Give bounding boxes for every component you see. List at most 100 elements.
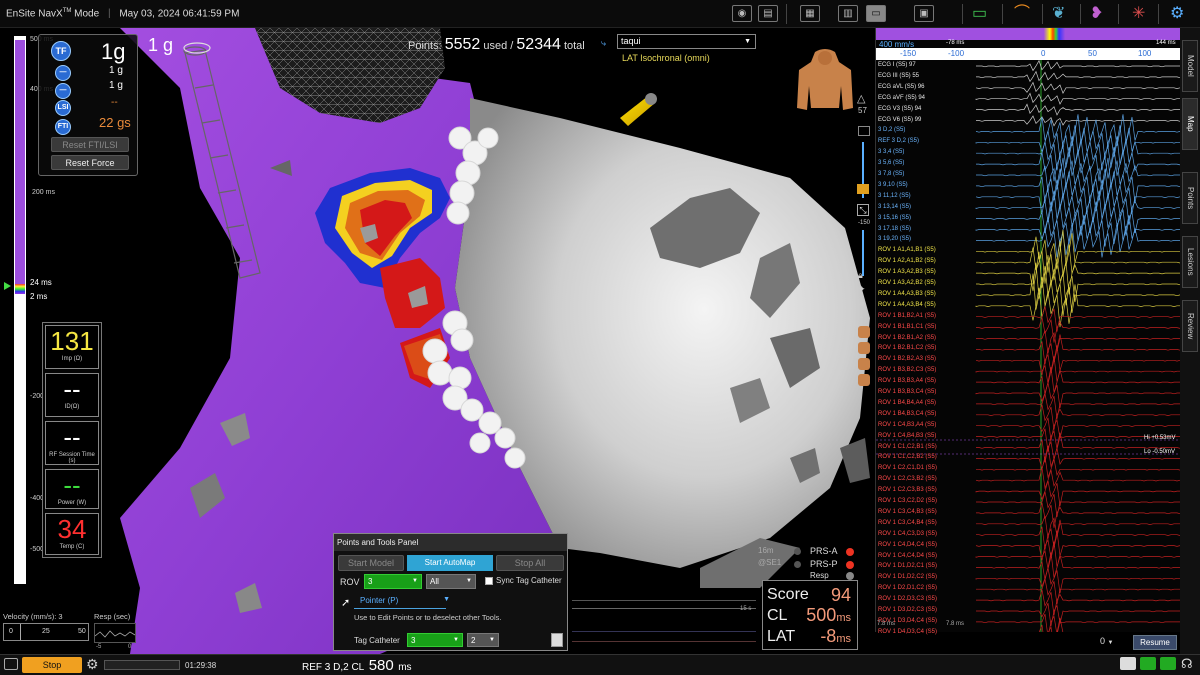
settings-icon[interactable]: ⚙	[1170, 4, 1184, 24]
eye-icon[interactable]: ◉	[858, 298, 866, 309]
torso-front-icon[interactable]	[858, 326, 870, 338]
headset-icon[interactable]: ☊	[1181, 656, 1193, 672]
mini-timeline[interactable]: 15 s	[572, 600, 756, 650]
color-tool-icon[interactable]	[857, 184, 869, 194]
rov-select[interactable]: 3 ▼	[364, 574, 422, 589]
channel-label[interactable]: ROV 1 B3,B2,C3 (S5)	[878, 367, 936, 373]
tool-select[interactable]: Pointer (P) ▼	[354, 596, 450, 609]
channel-label[interactable]: ROV 1 A3,A2,B2 (S5)	[878, 280, 936, 286]
channel-label[interactable]: ROV 1 B4,B3,C4 (S5)	[878, 411, 936, 417]
channel-label[interactable]: 3 5,6 (S5)	[878, 160, 904, 166]
torso-right-icon[interactable]	[858, 374, 870, 386]
notes-icon[interactable]	[551, 633, 563, 647]
channel-label[interactable]: 3 15,16 (S5)	[878, 215, 911, 221]
channel-label[interactable]: 3 19,20 (S5)	[878, 236, 911, 242]
map-select[interactable]: taqui ▼	[617, 34, 756, 49]
channel-label[interactable]: 3 9,10 (S5)	[878, 182, 908, 188]
channel-label[interactable]: ROV 1 C4,C4,D4 (S5)	[878, 553, 937, 559]
heart-icon[interactable]: ❥	[1090, 4, 1103, 24]
reset-fti-lsi-button[interactable]: Reset FTI/LSI	[51, 137, 129, 152]
tab-points[interactable]: Points	[1182, 172, 1198, 224]
ablation-icon[interactable]: ✳	[1132, 4, 1145, 24]
channel-label[interactable]: 3 17,18 (S5)	[878, 226, 911, 232]
channel-label[interactable]: ROV 1 C2,C1,D1 (S5)	[878, 465, 937, 471]
sync-tag-checkbox[interactable]	[485, 577, 493, 585]
stop-all-button[interactable]: Stop All	[496, 555, 564, 571]
monitor-status-icon[interactable]	[1140, 657, 1156, 670]
camera-icon[interactable]: ◉	[732, 5, 752, 22]
channel-label[interactable]: ROV 1 C3,C4,B4 (S5)	[878, 520, 937, 526]
channel-label[interactable]: ROV 1 D4,D3,C4 (S5)	[878, 629, 937, 635]
channel-label[interactable]: 3 13,14 (S5)	[878, 204, 911, 210]
tab-model[interactable]: Model	[1182, 40, 1198, 92]
channel-label[interactable]: ECG V6 (S5) 99	[878, 117, 921, 123]
resume-button[interactable]: Resume	[1133, 635, 1177, 650]
chat-icon[interactable]	[1120, 657, 1136, 670]
channel-label[interactable]: ECG I (S5) 97	[878, 62, 916, 68]
channel-label[interactable]: REF 3 D,2 (S5)	[878, 138, 919, 144]
tab-review[interactable]: Review	[1182, 300, 1198, 352]
channel-label[interactable]: ROV 1 C3,C2,D2 (S5)	[878, 498, 937, 504]
triangle-icon[interactable]: △	[857, 92, 865, 105]
opacity-icon[interactable]	[858, 126, 870, 136]
layout-a-icon[interactable]: ▦	[800, 5, 820, 22]
catheter-icon[interactable]: ⌒	[1014, 4, 1030, 24]
layout-b-icon[interactable]: ▥	[838, 5, 858, 22]
activation-scale-bar[interactable]	[876, 28, 1181, 40]
tab-map[interactable]: Map	[1182, 98, 1198, 150]
channel-label[interactable]: ROV 1 C2,C3,B2 (S5)	[878, 476, 937, 482]
channel-label[interactable]: ROV 1 C1,C2,B1 (S5)	[878, 444, 937, 450]
channel-label[interactable]: ECG aVF (S5) 94	[878, 95, 925, 101]
channel-label[interactable]: ROV 1 B2,B2,A3 (S5)	[878, 356, 936, 362]
channel-label[interactable]: ROV 1 D1,D2,C2 (S5)	[878, 574, 937, 580]
zoom-select[interactable]: 0 ▼	[1100, 636, 1113, 646]
channel-label[interactable]: ROV 1 A1,A1,B1 (S5)	[878, 247, 936, 253]
tag-icon[interactable]: ⌁	[858, 312, 863, 323]
channel-label[interactable]: ROV 1 C4,B4,B3 (S5)	[878, 433, 936, 439]
channel-label[interactable]: ROV 1 A4,A3,B4 (S5)	[878, 302, 936, 308]
channel-label[interactable]: ECG aVL (S5) 96	[878, 84, 924, 90]
channel-label[interactable]: 3 11,12 (S5)	[878, 193, 911, 199]
rov-filter-select[interactable]: All ▼	[426, 574, 476, 589]
tag-catheter-select[interactable]: 3 ▼	[407, 633, 463, 647]
map-view-icon[interactable]: ❦	[1052, 4, 1065, 24]
channel-label[interactable]: ROV 1 D2,D3,C3 (S5)	[878, 596, 937, 602]
channel-label[interactable]: ROV 1 B1,B1,C1 (S5)	[878, 324, 936, 330]
channel-label[interactable]: ROV 1 C2,C3,B3 (S5)	[878, 487, 937, 493]
ecg-waveform-panel[interactable]: 400 mm/s -78 ms 144 ms -150 -100 0 50 10…	[875, 28, 1181, 635]
layout-c-icon[interactable]: ▭	[866, 5, 886, 22]
window-icon[interactable]: ▣	[914, 5, 934, 22]
monitor-icon[interactable]: ▭	[972, 4, 987, 24]
marker-arrow-icon[interactable]	[4, 282, 11, 290]
channel-label[interactable]: ROV 1 C4,D4,C4 (S5)	[878, 542, 937, 548]
gear-icon[interactable]: ⚙	[86, 656, 99, 673]
channel-label[interactable]: ROV 1 B1,B2,A1 (S5)	[878, 313, 936, 319]
reset-force-button[interactable]: Reset Force	[51, 155, 129, 170]
lock-icon[interactable]: 🔒︎	[858, 270, 863, 281]
stop-button[interactable]: Stop	[22, 657, 82, 673]
torso-back-icon[interactable]	[858, 342, 870, 354]
channel-label[interactable]: ROV 1 B2,B1,A2 (S5)	[878, 335, 936, 341]
tab-lesions[interactable]: Lesions	[1182, 236, 1198, 288]
channel-label[interactable]: ROV 1 C4,B3,A4 (S5)	[878, 422, 936, 428]
velocity-slider[interactable]: 0 25 50	[3, 623, 89, 641]
channel-label[interactable]: ECG III (S5) 55	[878, 73, 919, 79]
channel-label[interactable]: ROV 1 D3,D2,C3 (S5)	[878, 607, 937, 613]
channel-label[interactable]: 3 7,8 (S5)	[878, 171, 904, 177]
start-model-button[interactable]: Start Model	[338, 555, 404, 571]
channel-label[interactable]: 3 D,2 (S5)	[878, 127, 905, 133]
channel-label[interactable]: ROV 1 B2,B1,C2 (S5)	[878, 345, 936, 351]
channel-label[interactable]: ROV 1 A4,A3,B3 (S5)	[878, 291, 936, 297]
window-icon[interactable]	[4, 658, 18, 670]
home-icon[interactable]	[1160, 657, 1176, 670]
channel-label[interactable]: ROV 1 A2,A1,B2 (S5)	[878, 258, 936, 264]
expand-icon[interactable]: ⤡	[857, 204, 869, 216]
channel-label[interactable]: ROV 1 B3,B3,C4 (S5)	[878, 389, 936, 395]
channel-label[interactable]: ROV 1 B4,B4,A4 (S5)	[878, 400, 936, 406]
start-automap-button[interactable]: Start AutoMap	[407, 555, 493, 571]
channel-label[interactable]: ROV 1 C3,C4,B3 (S5)	[878, 509, 937, 515]
channel-label[interactable]: ROV 1 B3,B3,A4 (S5)	[878, 378, 936, 384]
channel-label[interactable]: ROV 1 A3,A2,B3 (S5)	[878, 269, 936, 275]
pin-icon[interactable]: ✦	[858, 284, 866, 295]
print-icon[interactable]: ▤	[758, 5, 778, 22]
